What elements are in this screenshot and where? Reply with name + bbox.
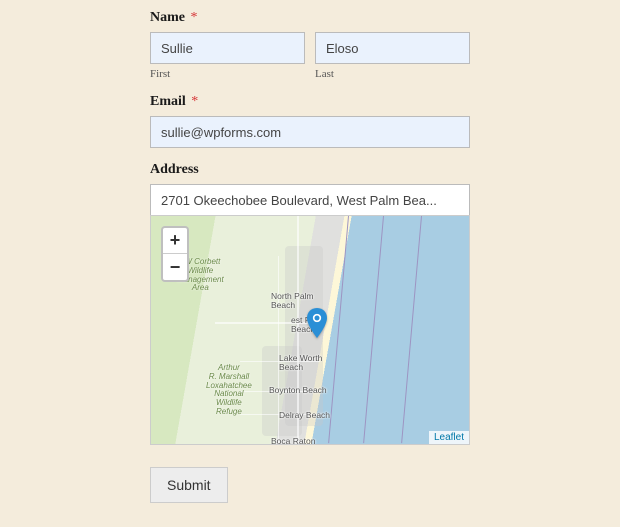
first-name-input[interactable]: [150, 32, 305, 64]
name-row: First Last: [150, 32, 470, 80]
map-attribution-link[interactable]: Leaflet: [429, 431, 469, 444]
name-label-text: Name: [150, 10, 185, 25]
address-label-text: Address: [150, 162, 199, 177]
city-label-boynton: Boynton Beach: [269, 386, 327, 395]
name-label: Name *: [150, 10, 470, 26]
park-label-loxahatchee: Arthur R. Marshall Loxahatchee National …: [206, 364, 252, 417]
email-label: Email *: [150, 94, 470, 110]
email-input[interactable]: [150, 116, 470, 148]
address-input[interactable]: [150, 184, 470, 216]
address-label: Address: [150, 162, 470, 178]
zoom-control: + −: [161, 226, 189, 282]
required-asterisk: *: [191, 94, 198, 109]
first-name-col: First: [150, 32, 305, 80]
map[interactable]: JW Corbett Wildlife Management Area Arth…: [150, 215, 470, 445]
email-label-text: Email: [150, 94, 186, 109]
last-name-input[interactable]: [315, 32, 470, 64]
name-field-group: Name * First Last: [150, 10, 470, 80]
map-marker-icon[interactable]: [307, 308, 327, 338]
address-field-group: Address JW Corbett Wildlife Management A…: [150, 162, 470, 445]
required-asterisk: *: [191, 10, 198, 25]
submit-button[interactable]: Submit: [150, 467, 228, 503]
zoom-in-button[interactable]: +: [163, 228, 187, 254]
city-label-boca: Boca Raton: [271, 437, 315, 445]
first-name-sublabel: First: [150, 68, 305, 80]
email-field-group: Email *: [150, 94, 470, 148]
zoom-out-button[interactable]: −: [163, 254, 187, 280]
last-name-sublabel: Last: [315, 68, 470, 80]
city-label-delray: Delray Beach: [279, 411, 330, 420]
last-name-col: Last: [315, 32, 470, 80]
city-label-lake-worth: Lake Worth Beach: [279, 354, 322, 373]
